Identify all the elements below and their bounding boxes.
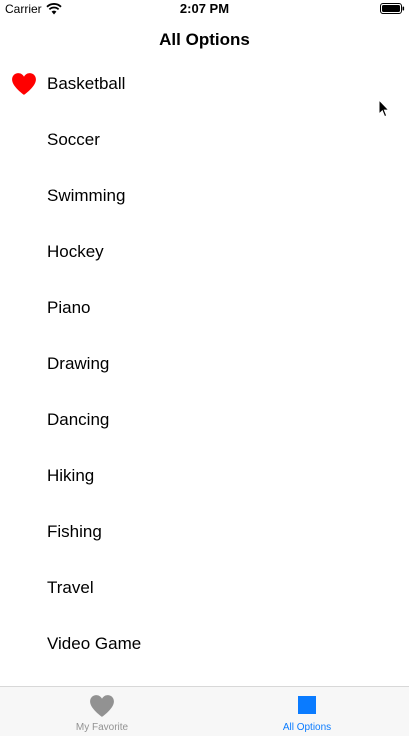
option-label: Piano: [47, 298, 91, 317]
tab-my-favorite[interactable]: My Favorite: [0, 687, 204, 736]
page-title: All Options: [159, 30, 250, 49]
option-row-hockey[interactable]: Hockey: [0, 224, 409, 280]
square-icon: [298, 696, 316, 714]
options-list: Basketball Soccer Swimming Hockey Piano …: [0, 56, 409, 672]
option-row-dancing[interactable]: Dancing: [0, 392, 409, 448]
option-label: Basketball: [47, 74, 126, 93]
option-row-basketball[interactable]: Basketball: [0, 56, 409, 112]
heart-icon: [90, 695, 114, 717]
tab-label: My Favorite: [75, 722, 129, 733]
option-label: Dancing: [47, 410, 110, 429]
option-row-video-game[interactable]: Video Game: [0, 616, 409, 672]
option-label: Drawing: [47, 354, 110, 373]
mouse-cursor-icon: [378, 99, 390, 118]
status-time: 2:07 PM: [179, 1, 230, 16]
option-row-fishing[interactable]: Fishing: [0, 504, 409, 560]
option-label: Swimming: [47, 186, 126, 205]
option-row-swimming[interactable]: Swimming: [0, 168, 409, 224]
option-row-drawing[interactable]: Drawing: [0, 336, 409, 392]
option-row-piano[interactable]: Piano: [0, 280, 409, 336]
option-label: Travel: [47, 578, 94, 597]
option-label: Hockey: [47, 242, 104, 261]
option-label: Hiking: [47, 466, 95, 485]
option-label: Video Game: [47, 634, 142, 653]
tab-all-options[interactable]: All Options: [205, 687, 409, 736]
option-row-hiking[interactable]: Hiking: [0, 448, 409, 504]
tab-bar: My Favorite All Options: [0, 686, 409, 736]
option-row-travel[interactable]: Travel: [0, 560, 409, 616]
option-label: Fishing: [47, 522, 102, 541]
option-label: Soccer: [47, 130, 100, 149]
favorite-heart-icon: [12, 73, 36, 95]
status-bar: Carrier 2:07 PM: [0, 0, 409, 18]
battery-icon: [380, 3, 405, 14]
tab-label: All Options: [282, 722, 332, 733]
option-row-soccer[interactable]: Soccer: [0, 112, 409, 168]
